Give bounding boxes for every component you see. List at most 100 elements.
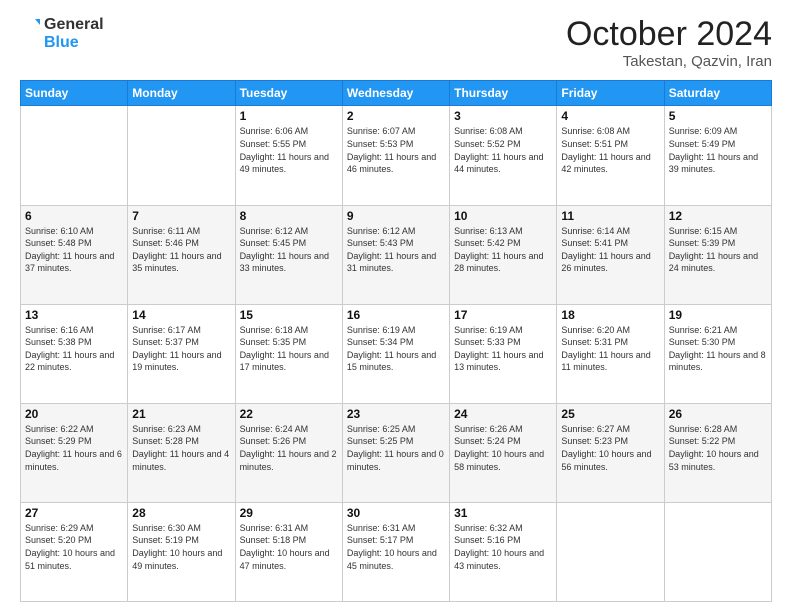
- calendar-cell: 17 Sunrise: 6:19 AMSunset: 5:33 PMDaylig…: [450, 304, 557, 403]
- day-number: 31: [454, 506, 552, 520]
- calendar-cell: 22 Sunrise: 6:24 AMSunset: 5:26 PMDaylig…: [235, 403, 342, 502]
- day-number: 9: [347, 209, 445, 223]
- day-info: Sunrise: 6:10 AMSunset: 5:48 PMDaylight:…: [25, 225, 123, 275]
- day-info: Sunrise: 6:06 AMSunset: 5:55 PMDaylight:…: [240, 125, 338, 175]
- day-info: Sunrise: 6:08 AMSunset: 5:51 PMDaylight:…: [561, 125, 659, 175]
- day-info: Sunrise: 6:24 AMSunset: 5:26 PMDaylight:…: [240, 423, 338, 473]
- calendar-cell: 16 Sunrise: 6:19 AMSunset: 5:34 PMDaylig…: [342, 304, 449, 403]
- calendar-cell: 15 Sunrise: 6:18 AMSunset: 5:35 PMDaylig…: [235, 304, 342, 403]
- day-info: Sunrise: 6:25 AMSunset: 5:25 PMDaylight:…: [347, 423, 445, 473]
- calendar-week-5: 27 Sunrise: 6:29 AMSunset: 5:20 PMDaylig…: [21, 502, 772, 601]
- day-number: 25: [561, 407, 659, 421]
- day-number: 23: [347, 407, 445, 421]
- day-number: 2: [347, 109, 445, 123]
- day-number: 27: [25, 506, 123, 520]
- calendar-cell: 10 Sunrise: 6:13 AMSunset: 5:42 PMDaylig…: [450, 205, 557, 304]
- calendar-cell: 27 Sunrise: 6:29 AMSunset: 5:20 PMDaylig…: [21, 502, 128, 601]
- day-info: Sunrise: 6:31 AMSunset: 5:17 PMDaylight:…: [347, 522, 445, 572]
- day-number: 24: [454, 407, 552, 421]
- day-info: Sunrise: 6:14 AMSunset: 5:41 PMDaylight:…: [561, 225, 659, 275]
- day-info: Sunrise: 6:19 AMSunset: 5:34 PMDaylight:…: [347, 324, 445, 374]
- day-number: 20: [25, 407, 123, 421]
- day-number: 26: [669, 407, 767, 421]
- calendar-cell: 28 Sunrise: 6:30 AMSunset: 5:19 PMDaylig…: [128, 502, 235, 601]
- calendar-cell: [557, 502, 664, 601]
- calendar-cell: 30 Sunrise: 6:31 AMSunset: 5:17 PMDaylig…: [342, 502, 449, 601]
- calendar-cell: 1 Sunrise: 6:06 AMSunset: 5:55 PMDayligh…: [235, 106, 342, 205]
- header-friday: Friday: [557, 81, 664, 106]
- calendar-cell: 2 Sunrise: 6:07 AMSunset: 5:53 PMDayligh…: [342, 106, 449, 205]
- day-number: 4: [561, 109, 659, 123]
- day-number: 8: [240, 209, 338, 223]
- month-title: October 2024: [566, 16, 772, 53]
- day-info: Sunrise: 6:26 AMSunset: 5:24 PMDaylight:…: [454, 423, 552, 473]
- calendar-week-1: 1 Sunrise: 6:06 AMSunset: 5:55 PMDayligh…: [21, 106, 772, 205]
- day-number: 22: [240, 407, 338, 421]
- calendar-table: Sunday Monday Tuesday Wednesday Thursday…: [20, 80, 772, 602]
- day-info: Sunrise: 6:31 AMSunset: 5:18 PMDaylight:…: [240, 522, 338, 572]
- calendar-page: General Blue October 2024 Takestan, Qazv…: [0, 0, 792, 612]
- location: Takestan, Qazvin, Iran: [566, 53, 772, 70]
- page-header: General Blue October 2024 Takestan, Qazv…: [20, 16, 772, 70]
- day-info: Sunrise: 6:12 AMSunset: 5:45 PMDaylight:…: [240, 225, 338, 275]
- day-info: Sunrise: 6:30 AMSunset: 5:19 PMDaylight:…: [132, 522, 230, 572]
- day-info: Sunrise: 6:13 AMSunset: 5:42 PMDaylight:…: [454, 225, 552, 275]
- day-info: Sunrise: 6:18 AMSunset: 5:35 PMDaylight:…: [240, 324, 338, 374]
- logo-line2: Blue: [44, 34, 104, 52]
- calendar-cell: 14 Sunrise: 6:17 AMSunset: 5:37 PMDaylig…: [128, 304, 235, 403]
- day-number: 5: [669, 109, 767, 123]
- day-number: 16: [347, 308, 445, 322]
- calendar-cell: 6 Sunrise: 6:10 AMSunset: 5:48 PMDayligh…: [21, 205, 128, 304]
- day-number: 15: [240, 308, 338, 322]
- day-info: Sunrise: 6:29 AMSunset: 5:20 PMDaylight:…: [25, 522, 123, 572]
- day-number: 21: [132, 407, 230, 421]
- calendar-cell: 21 Sunrise: 6:23 AMSunset: 5:28 PMDaylig…: [128, 403, 235, 502]
- day-number: 12: [669, 209, 767, 223]
- day-number: 14: [132, 308, 230, 322]
- day-number: 10: [454, 209, 552, 223]
- calendar-week-4: 20 Sunrise: 6:22 AMSunset: 5:29 PMDaylig…: [21, 403, 772, 502]
- day-number: 28: [132, 506, 230, 520]
- header-sunday: Sunday: [21, 81, 128, 106]
- calendar-cell: [128, 106, 235, 205]
- day-info: Sunrise: 6:17 AMSunset: 5:37 PMDaylight:…: [132, 324, 230, 374]
- day-info: Sunrise: 6:07 AMSunset: 5:53 PMDaylight:…: [347, 125, 445, 175]
- calendar-cell: 24 Sunrise: 6:26 AMSunset: 5:24 PMDaylig…: [450, 403, 557, 502]
- calendar-cell: 8 Sunrise: 6:12 AMSunset: 5:45 PMDayligh…: [235, 205, 342, 304]
- day-info: Sunrise: 6:21 AMSunset: 5:30 PMDaylight:…: [669, 324, 767, 374]
- day-number: 18: [561, 308, 659, 322]
- day-info: Sunrise: 6:28 AMSunset: 5:22 PMDaylight:…: [669, 423, 767, 473]
- calendar-cell: 7 Sunrise: 6:11 AMSunset: 5:46 PMDayligh…: [128, 205, 235, 304]
- header-wednesday: Wednesday: [342, 81, 449, 106]
- day-info: Sunrise: 6:09 AMSunset: 5:49 PMDaylight:…: [669, 125, 767, 175]
- calendar-cell: 5 Sunrise: 6:09 AMSunset: 5:49 PMDayligh…: [664, 106, 771, 205]
- calendar-cell: 18 Sunrise: 6:20 AMSunset: 5:31 PMDaylig…: [557, 304, 664, 403]
- day-info: Sunrise: 6:11 AMSunset: 5:46 PMDaylight:…: [132, 225, 230, 275]
- calendar-cell: 12 Sunrise: 6:15 AMSunset: 5:39 PMDaylig…: [664, 205, 771, 304]
- calendar-body: 1 Sunrise: 6:06 AMSunset: 5:55 PMDayligh…: [21, 106, 772, 602]
- header-saturday: Saturday: [664, 81, 771, 106]
- day-number: 3: [454, 109, 552, 123]
- title-block: October 2024 Takestan, Qazvin, Iran: [566, 16, 772, 70]
- calendar-cell: 31 Sunrise: 6:32 AMSunset: 5:16 PMDaylig…: [450, 502, 557, 601]
- day-number: 19: [669, 308, 767, 322]
- calendar-cell: 26 Sunrise: 6:28 AMSunset: 5:22 PMDaylig…: [664, 403, 771, 502]
- day-info: Sunrise: 6:19 AMSunset: 5:33 PMDaylight:…: [454, 324, 552, 374]
- calendar-week-3: 13 Sunrise: 6:16 AMSunset: 5:38 PMDaylig…: [21, 304, 772, 403]
- day-info: Sunrise: 6:20 AMSunset: 5:31 PMDaylight:…: [561, 324, 659, 374]
- calendar-cell: [664, 502, 771, 601]
- day-number: 13: [25, 308, 123, 322]
- day-number: 29: [240, 506, 338, 520]
- calendar-cell: 23 Sunrise: 6:25 AMSunset: 5:25 PMDaylig…: [342, 403, 449, 502]
- header-thursday: Thursday: [450, 81, 557, 106]
- day-info: Sunrise: 6:16 AMSunset: 5:38 PMDaylight:…: [25, 324, 123, 374]
- day-number: 30: [347, 506, 445, 520]
- day-info: Sunrise: 6:27 AMSunset: 5:23 PMDaylight:…: [561, 423, 659, 473]
- header-monday: Monday: [128, 81, 235, 106]
- day-number: 1: [240, 109, 338, 123]
- day-info: Sunrise: 6:12 AMSunset: 5:43 PMDaylight:…: [347, 225, 445, 275]
- day-info: Sunrise: 6:23 AMSunset: 5:28 PMDaylight:…: [132, 423, 230, 473]
- calendar-cell: 29 Sunrise: 6:31 AMSunset: 5:18 PMDaylig…: [235, 502, 342, 601]
- calendar-cell: 11 Sunrise: 6:14 AMSunset: 5:41 PMDaylig…: [557, 205, 664, 304]
- header-tuesday: Tuesday: [235, 81, 342, 106]
